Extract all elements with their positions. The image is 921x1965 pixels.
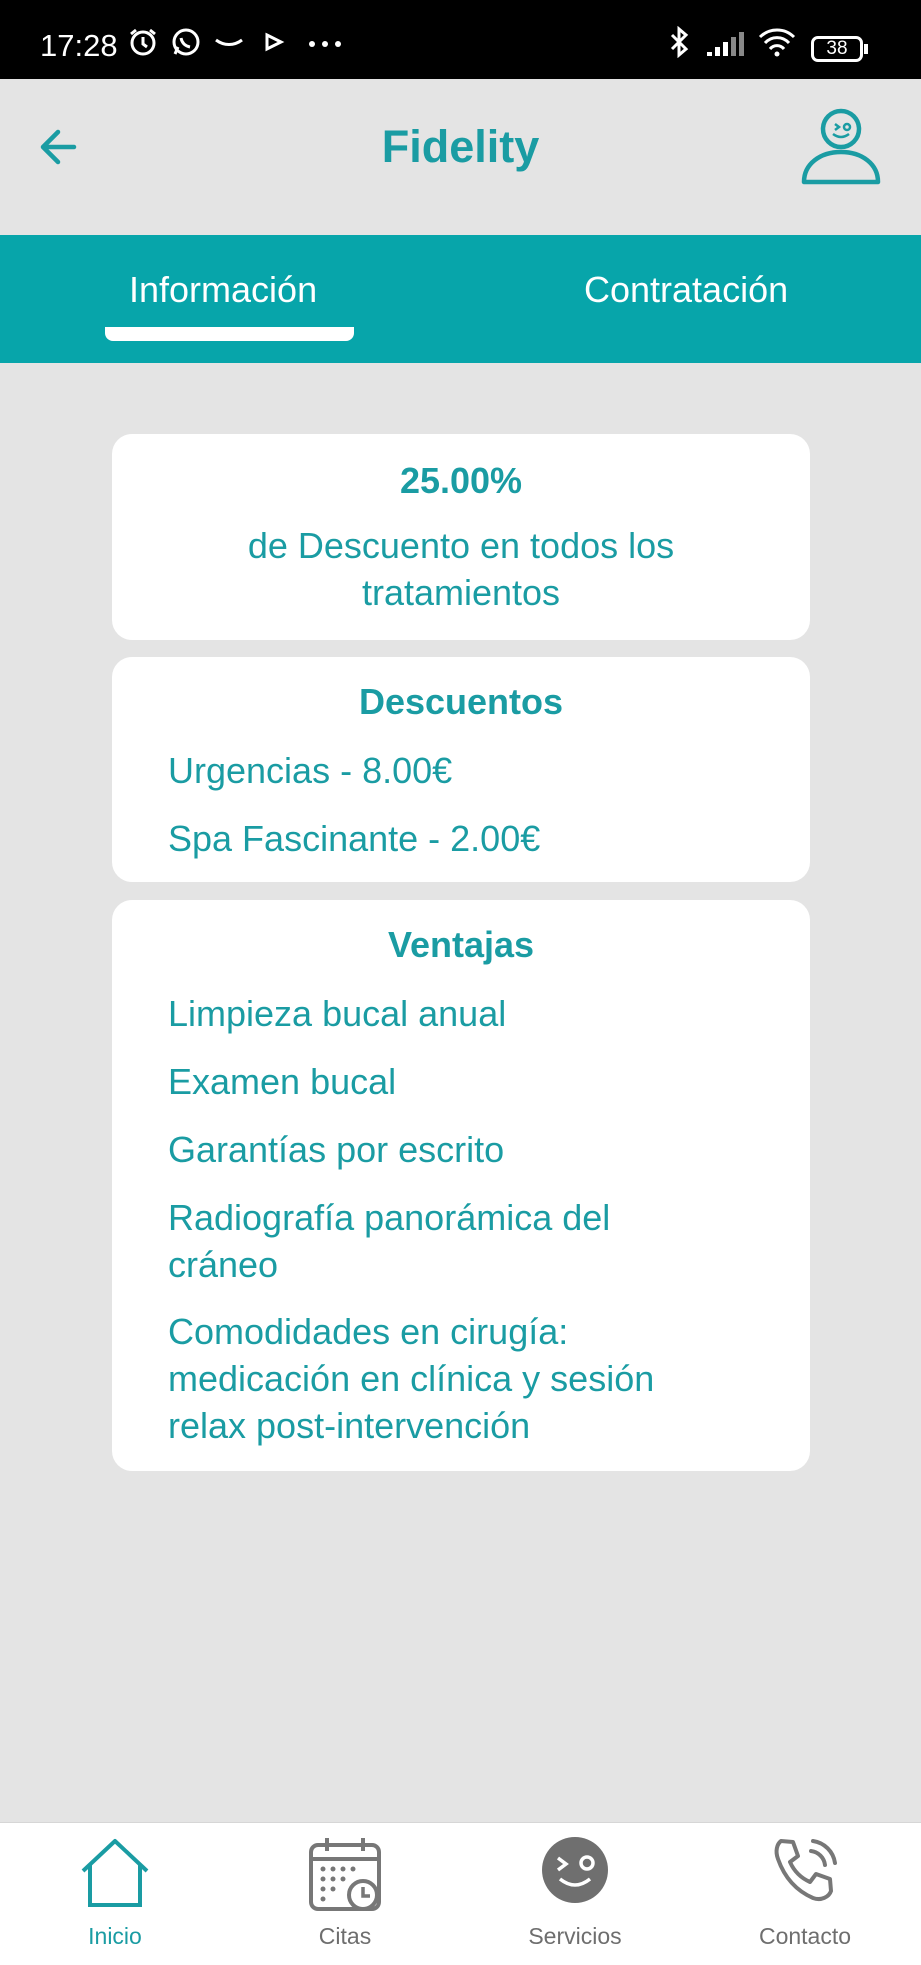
battery-icon: 38 xyxy=(811,36,863,62)
list-item: Examen bucal xyxy=(168,1061,397,1102)
ventajas-title: Ventajas xyxy=(387,924,535,965)
amazon-icon xyxy=(215,38,243,46)
nav-contacto[interactable]: Contacto xyxy=(690,1823,920,1965)
list-item: Radiografía panorámica del cráneo xyxy=(168,1197,611,1285)
list-item: Spa Fascinante - 2.00€ xyxy=(168,818,541,859)
wifi-icon xyxy=(758,28,796,57)
descuentos-title: Descuentos xyxy=(358,681,564,722)
list-item: Urgencias - 8.00€ xyxy=(168,750,453,791)
calendar-icon xyxy=(309,1838,381,1911)
bluetooth-icon xyxy=(670,26,689,58)
home-icon xyxy=(81,1839,149,1907)
nav-label-inicio: Inicio xyxy=(88,1923,142,1949)
play-icon xyxy=(265,32,285,52)
alarm-icon xyxy=(130,28,156,56)
discount-description-line1: de Descuento en todos los xyxy=(247,525,675,566)
whatsapp-icon xyxy=(172,28,200,56)
tab-contratacion[interactable]: Contratación xyxy=(584,269,788,311)
discount-card: 25.00% de Descuento en todos los tratami… xyxy=(112,434,810,640)
status-time: 17:28 xyxy=(40,28,118,63)
discount-description-line2: tratamientos xyxy=(361,572,561,613)
phone-icon xyxy=(774,1839,837,1902)
app-header: Fidelity xyxy=(0,79,921,235)
nav-servicios[interactable]: Servicios xyxy=(460,1823,690,1965)
tab-active-indicator xyxy=(105,327,354,341)
nav-citas[interactable]: Citas xyxy=(230,1823,460,1965)
page-title: Fidelity xyxy=(381,121,540,172)
nav-label-servicios: Servicios xyxy=(528,1923,622,1949)
status-bar: 17:28 38 xyxy=(0,0,921,79)
discount-percent: 25.00% xyxy=(399,460,523,501)
more-icon xyxy=(309,41,341,47)
ventajas-card: Ventajas Limpieza bucal anual Examen buc… xyxy=(112,900,810,1471)
battery-tip xyxy=(864,44,868,54)
nav-label-citas: Citas xyxy=(318,1923,372,1949)
list-item: Comodidades en cirugía: medicación en cl… xyxy=(168,1311,655,1446)
profile-icon[interactable] xyxy=(799,102,883,186)
signal-icon xyxy=(707,32,744,56)
battery-level: 38 xyxy=(826,38,848,59)
nav-inicio[interactable]: Inicio xyxy=(0,1823,230,1965)
bottom-nav: Inicio Citas Servicios Contacto xyxy=(0,1822,921,1965)
list-item: Limpieza bucal anual xyxy=(168,993,507,1034)
smiley-icon xyxy=(542,1837,608,1903)
tab-bar: Información Contratación xyxy=(0,235,921,363)
tab-informacion[interactable]: Información xyxy=(129,269,317,311)
descuentos-card: Descuentos Urgencias - 8.00€ Spa Fascina… xyxy=(112,657,810,882)
list-item: Garantías por escrito xyxy=(168,1129,505,1170)
nav-label-contacto: Contacto xyxy=(758,1923,852,1949)
